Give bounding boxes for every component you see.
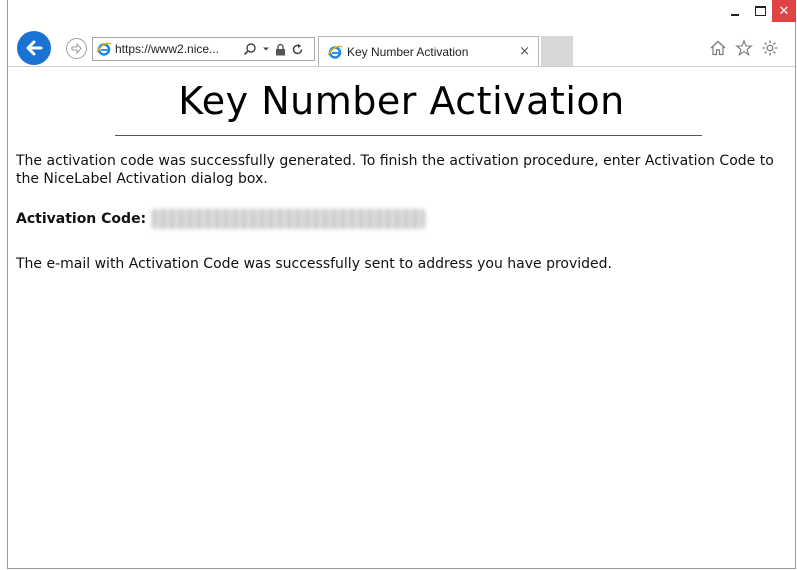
page-title: Key Number Activation <box>178 79 625 123</box>
activation-code-row: Activation Code: <box>16 209 426 229</box>
address-bar[interactable]: https://www2.nice... <box>92 37 315 61</box>
close-icon: ✕ <box>778 3 790 19</box>
dropdown-arrow-icon[interactable] <box>262 45 270 53</box>
browser-chrome: ✕ https://www2.nice... Key Number Activa… <box>8 0 796 66</box>
page-content: Key Number Activation The activation cod… <box>8 67 795 272</box>
close-window-button[interactable]: ✕ <box>772 0 796 22</box>
back-arrow-icon <box>26 40 43 56</box>
address-url[interactable]: https://www2.nice... <box>115 42 237 56</box>
maximize-icon <box>754 6 766 16</box>
new-tab-button[interactable] <box>541 36 573 66</box>
back-button[interactable] <box>17 31 51 65</box>
favorites-star-icon[interactable] <box>734 38 754 58</box>
forward-arrow-icon <box>71 42 82 55</box>
browser-window: ✕ https://www2.nice... Key Number Activa… <box>7 0 796 569</box>
lock-icon[interactable] <box>275 43 286 56</box>
tab-key-number-activation[interactable]: Key Number Activation × <box>318 36 539 66</box>
minimize-button[interactable] <box>723 0 747 22</box>
email-confirmation-message: The e-mail with Activation Code was succ… <box>16 256 612 272</box>
search-icon[interactable] <box>243 42 257 56</box>
tab-close-icon[interactable]: × <box>519 44 530 59</box>
ie-icon <box>96 42 112 56</box>
ie-tab-icon <box>327 45 343 59</box>
refresh-icon[interactable] <box>291 43 304 56</box>
settings-gear-icon[interactable] <box>760 38 780 58</box>
activation-code-value-blurred <box>152 209 426 229</box>
title-divider <box>115 135 702 136</box>
forward-button[interactable] <box>66 38 87 59</box>
minimize-icon <box>731 14 739 16</box>
activation-message: The activation code was successfully gen… <box>16 153 774 187</box>
home-icon[interactable] <box>708 38 728 58</box>
maximize-button[interactable] <box>748 0 772 22</box>
activation-code-label: Activation Code: <box>16 211 147 227</box>
tab-label: Key Number Activation <box>347 44 469 59</box>
